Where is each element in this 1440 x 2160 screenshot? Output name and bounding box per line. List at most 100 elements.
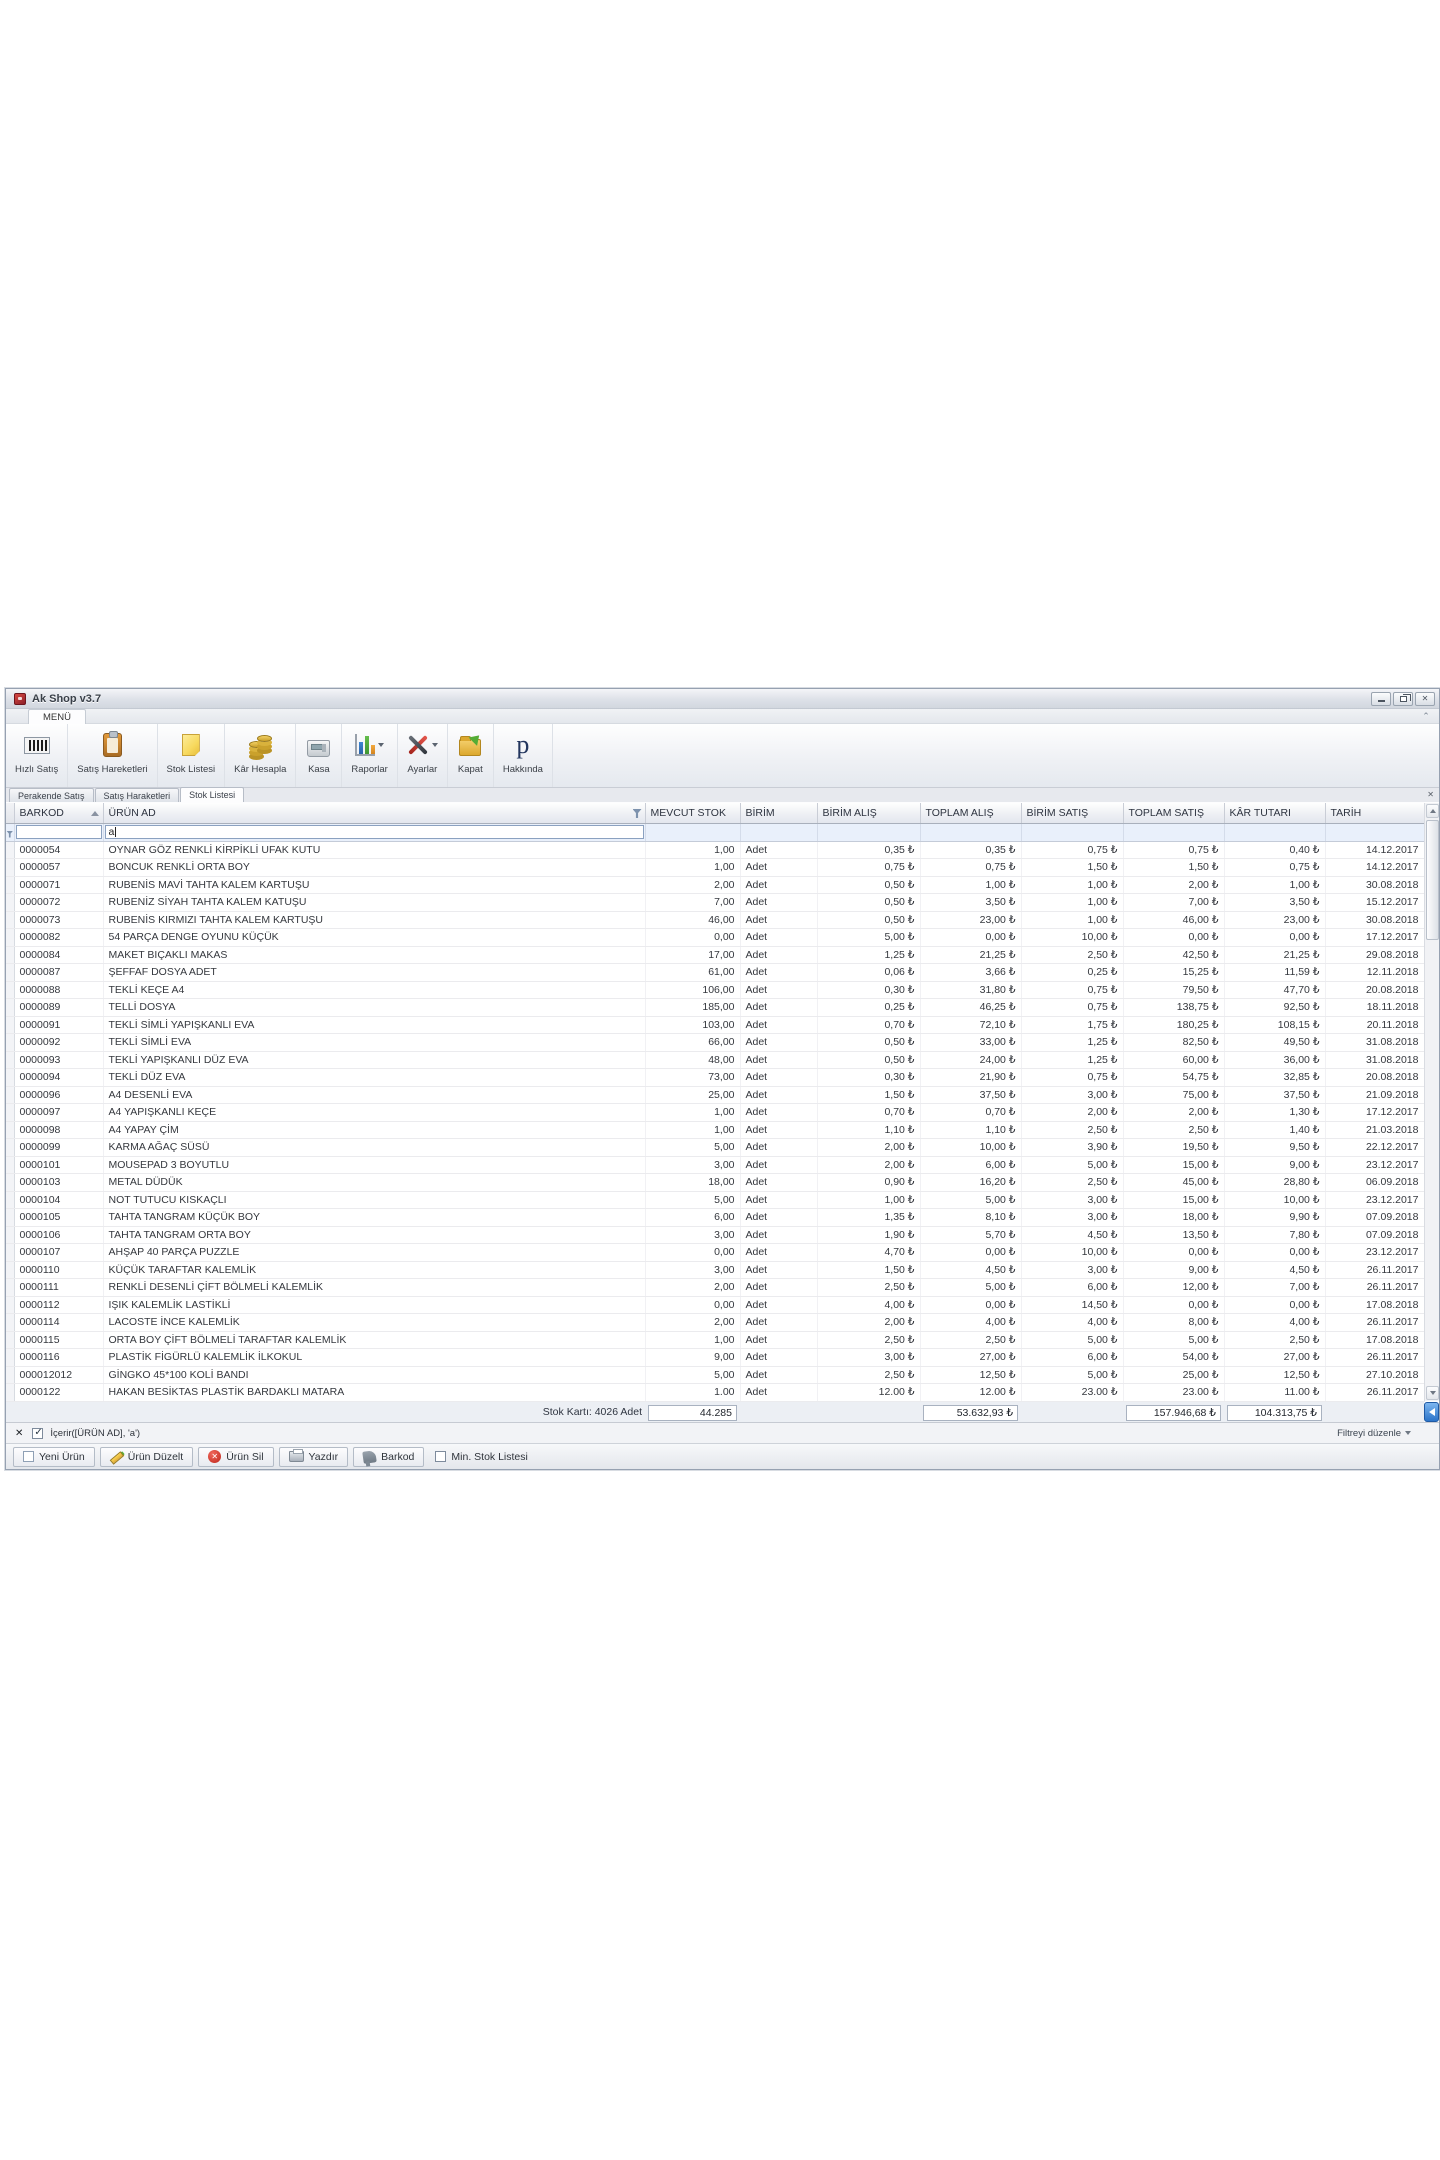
table-row[interactable]: 0000089 TELLİ DOSYA 185,00 Adet 0,25 ₺ 4… <box>6 999 1424 1017</box>
cell-birim-satis: 0,75 ₺ <box>1021 1069 1123 1087</box>
toolbar-button-h-zl-sat-[interactable]: Hızlı Satış <box>6 724 68 787</box>
barkod-filter-input[interactable] <box>16 825 102 839</box>
chevron-up-icon[interactable]: ⌃ <box>1419 711 1433 722</box>
scrollbar-thumb[interactable] <box>1426 820 1439 940</box>
bottom-button-yazd-r[interactable]: Yazdır <box>279 1447 349 1467</box>
toolbar-button-kasa[interactable]: Kasa <box>296 724 342 787</box>
cell-birim: Adet <box>740 1279 817 1297</box>
cell-toplam-satis: 42,50 ₺ <box>1123 946 1224 964</box>
toolbar-button-label: Stok Listesi <box>167 764 216 775</box>
scroll-up-icon[interactable] <box>1426 804 1439 818</box>
minimize-icon[interactable] <box>1371 692 1391 706</box>
column-header-mevcut-stok[interactable]: MEVCUT STOK <box>645 803 740 823</box>
view-tab-perakende-sat-[interactable]: Perakende Satış <box>9 788 94 802</box>
column-header-urun-ad[interactable]: ÜRÜN AD <box>103 803 645 823</box>
bottom-button--r-n-sil[interactable]: Ürün Sil <box>198 1447 273 1467</box>
cell-birim-alis: 4,70 ₺ <box>817 1244 920 1262</box>
table-row[interactable]: 0000110 KÜÇÜK TARAFTAR KALEMLİK 3,00 Ade… <box>6 1261 1424 1279</box>
table-row[interactable]: 0000107 AHŞAP 40 PARÇA PUZZLE 0,00 Adet … <box>6 1244 1424 1262</box>
table-row[interactable]: 0000111 RENKLİ DESENLİ ÇİFT BÖLMELİ KALE… <box>6 1279 1424 1297</box>
menu-tab[interactable]: MENÜ <box>28 709 86 724</box>
bottom-button-barkod[interactable]: Barkod <box>353 1447 424 1467</box>
table-row[interactable]: 0000091 TEKLİ SİMLİ YAPIŞKANLI EVA 103,0… <box>6 1016 1424 1034</box>
column-header-toplam-satis[interactable]: TOPLAM SATIŞ <box>1123 803 1224 823</box>
app-logo-icon <box>14 693 26 705</box>
filter-cell-urun-ad[interactable]: a <box>103 823 645 841</box>
view-tab-sat-haraketleri[interactable]: Satış Haraketleri <box>95 788 180 802</box>
vertical-scrollbar[interactable] <box>1424 803 1439 1401</box>
filter-close-icon[interactable]: ✕ <box>15 1428 23 1439</box>
scroll-down-icon[interactable] <box>1426 1386 1439 1400</box>
table-row[interactable]: 0000099 KARMA AĞAÇ SÜSÜ 5,00 Adet 2,00 ₺… <box>6 1139 1424 1157</box>
filter-enabled-checkbox[interactable] <box>32 1428 43 1439</box>
table-row[interactable]: 0000103 METAL DÜDÜK 18,00 Adet 0,90 ₺ 16… <box>6 1174 1424 1192</box>
table-row[interactable]: 0000097 A4 YAPIŞKANLI KEÇE 1,00 Adet 0,7… <box>6 1104 1424 1122</box>
column-header-tarih[interactable]: TARİH <box>1325 803 1424 823</box>
table-row[interactable]: 0000087 ŞEFFAF DOSYA ADET 61,00 Adet 0,0… <box>6 964 1424 982</box>
column-header-toplam-alis[interactable]: TOPLAM ALIŞ <box>920 803 1021 823</box>
column-header-barkod[interactable]: BARKOD <box>14 803 103 823</box>
urun-ad-filter-input[interactable]: a <box>105 825 644 839</box>
toolbar-button-k-r-hesapla[interactable]: Kâr Hesapla <box>225 724 296 787</box>
table-row[interactable]: 0000073 RUBENİS KIRMIZI TAHTA KALEM KART… <box>6 911 1424 929</box>
table-row[interactable]: 0000112 IŞIK KALEMLİK LASTİKLİ 0,00 Adet… <box>6 1296 1424 1314</box>
table-row[interactable]: 0000082 54 PARÇA DENGE OYUNU KÜÇÜK 0,00 … <box>6 929 1424 947</box>
table-row[interactable]: 0000096 A4 DESENLİ EVA 25,00 Adet 1,50 ₺… <box>6 1086 1424 1104</box>
table-row[interactable]: 0000054 OYNAR GÖZ RENKLİ KİRPİKLİ UFAK K… <box>6 841 1424 859</box>
filter-cell[interactable] <box>817 823 920 841</box>
toolbar-button-ayarlar[interactable]: Ayarlar <box>398 724 448 787</box>
cell-tarih: 31.08.2018 <box>1325 1034 1424 1052</box>
table-row[interactable]: 0000114 LACOSTE İNCE KALEMLİK 2,00 Adet … <box>6 1314 1424 1332</box>
column-header-birim[interactable]: BİRİM <box>740 803 817 823</box>
table-row[interactable]: 0000072 RUBENİZ SİYAH TAHTA KALEM KATUŞU… <box>6 894 1424 912</box>
tab-close-icon[interactable]: ✕ <box>1427 790 1434 800</box>
filter-cell[interactable] <box>1325 823 1424 841</box>
toolbar-button-stok-listesi[interactable]: Stok Listesi <box>158 724 226 787</box>
column-header-birim-satis[interactable]: BİRİM SATIŞ <box>1021 803 1123 823</box>
filter-cell[interactable] <box>645 823 740 841</box>
toolbar-button-raporlar[interactable]: Raporlar <box>342 724 397 787</box>
table-row[interactable]: 0000094 TEKLİ DÜZ EVA 73,00 Adet 0,30 ₺ … <box>6 1069 1424 1087</box>
table-row[interactable]: 0000101 MOUSEPAD 3 BOYUTLU 3,00 Adet 2,0… <box>6 1156 1424 1174</box>
cell-birim-alis: 1,25 ₺ <box>817 946 920 964</box>
filter-cell[interactable] <box>1021 823 1123 841</box>
column-header-birim-alis[interactable]: BİRİM ALIŞ <box>817 803 920 823</box>
table-row[interactable]: 0000104 NOT TUTUCU KISKAÇLI 5,00 Adet 1,… <box>6 1191 1424 1209</box>
table-row[interactable]: 0000115 ORTA BOY ÇİFT BÖLMELİ TARAFTAR K… <box>6 1331 1424 1349</box>
table-row[interactable]: 0000092 TEKLİ SİMLİ EVA 66,00 Adet 0,50 … <box>6 1034 1424 1052</box>
cell-birim-alis: 1,90 ₺ <box>817 1226 920 1244</box>
restore-icon[interactable] <box>1393 692 1413 706</box>
row-indicator <box>6 1261 14 1279</box>
bottom-button-yeni-r-n[interactable]: Yeni Ürün <box>13 1447 95 1467</box>
table-row[interactable]: 0000098 A4 YAPAY ÇİM 1,00 Adet 1,10 ₺ 1,… <box>6 1121 1424 1139</box>
bottom-button--r-n-d-zelt[interactable]: Ürün Düzelt <box>100 1447 193 1467</box>
toolbar-button-kapat[interactable]: Kapat <box>448 724 494 787</box>
close-icon[interactable]: ✕ <box>1415 692 1435 706</box>
cell-toplam-alis: 0,35 ₺ <box>920 841 1021 859</box>
filter-cell[interactable] <box>1123 823 1224 841</box>
filter-cell[interactable] <box>920 823 1021 841</box>
table-row[interactable]: 0000088 TEKLİ KEÇE A4 106,00 Adet 0,30 ₺… <box>6 981 1424 999</box>
table-row[interactable]: 0000105 TAHTA TANGRAM KÜÇÜK BOY 6,00 Ade… <box>6 1209 1424 1227</box>
grid-corner-button[interactable] <box>1424 1402 1439 1422</box>
table-row[interactable]: 0000093 TEKLİ YAPIŞKANLI DÜZ EVA 48,00 A… <box>6 1051 1424 1069</box>
table-row[interactable]: 0000106 TAHTA TANGRAM ORTA BOY 3,00 Adet… <box>6 1226 1424 1244</box>
table-row[interactable]: 0000057 BONCUK RENKLİ ORTA BOY 1,00 Adet… <box>6 859 1424 877</box>
edit-filter-link[interactable]: Filtreyi düzenle <box>1337 1428 1411 1439</box>
title-bar[interactable]: Ak Shop v3.7 ✕ <box>6 689 1439 709</box>
table-row[interactable]: 0000122 HAKAN BESİKTAS PLASTİK BARDAKLI … <box>6 1384 1424 1402</box>
filter-cell[interactable] <box>740 823 817 841</box>
min-stock-checkbox[interactable] <box>435 1451 446 1462</box>
toolbar-button-sat-hareketleri[interactable]: Satış Hareketleri <box>68 724 157 787</box>
toolbar-button-hakk-nda[interactable]: Hakkında <box>494 724 553 787</box>
table-row[interactable]: 000012012 GİNGKO 45*100 KOLİ BANDI 5,00 … <box>6 1366 1424 1384</box>
funnel-icon[interactable] <box>633 809 642 818</box>
table-row[interactable]: 0000084 MAKET BIÇAKLI MAKAS 17,00 Adet 1… <box>6 946 1424 964</box>
filter-cell-barkod[interactable] <box>14 823 103 841</box>
column-header-kar-tutari[interactable]: KÂR TUTARI <box>1224 803 1325 823</box>
min-stock-list-toggle[interactable]: Min. Stok Listesi <box>435 1451 527 1463</box>
view-tab-stok-listesi[interactable]: Stok Listesi <box>180 787 244 802</box>
table-row[interactable]: 0000116 PLASTİK FİGÜRLÜ KALEMLİK İLKOKUL… <box>6 1349 1424 1367</box>
table-row[interactable]: 0000071 RUBENİS MAVİ TAHTA KALEM KARTUŞU… <box>6 876 1424 894</box>
filter-cell[interactable] <box>1224 823 1325 841</box>
